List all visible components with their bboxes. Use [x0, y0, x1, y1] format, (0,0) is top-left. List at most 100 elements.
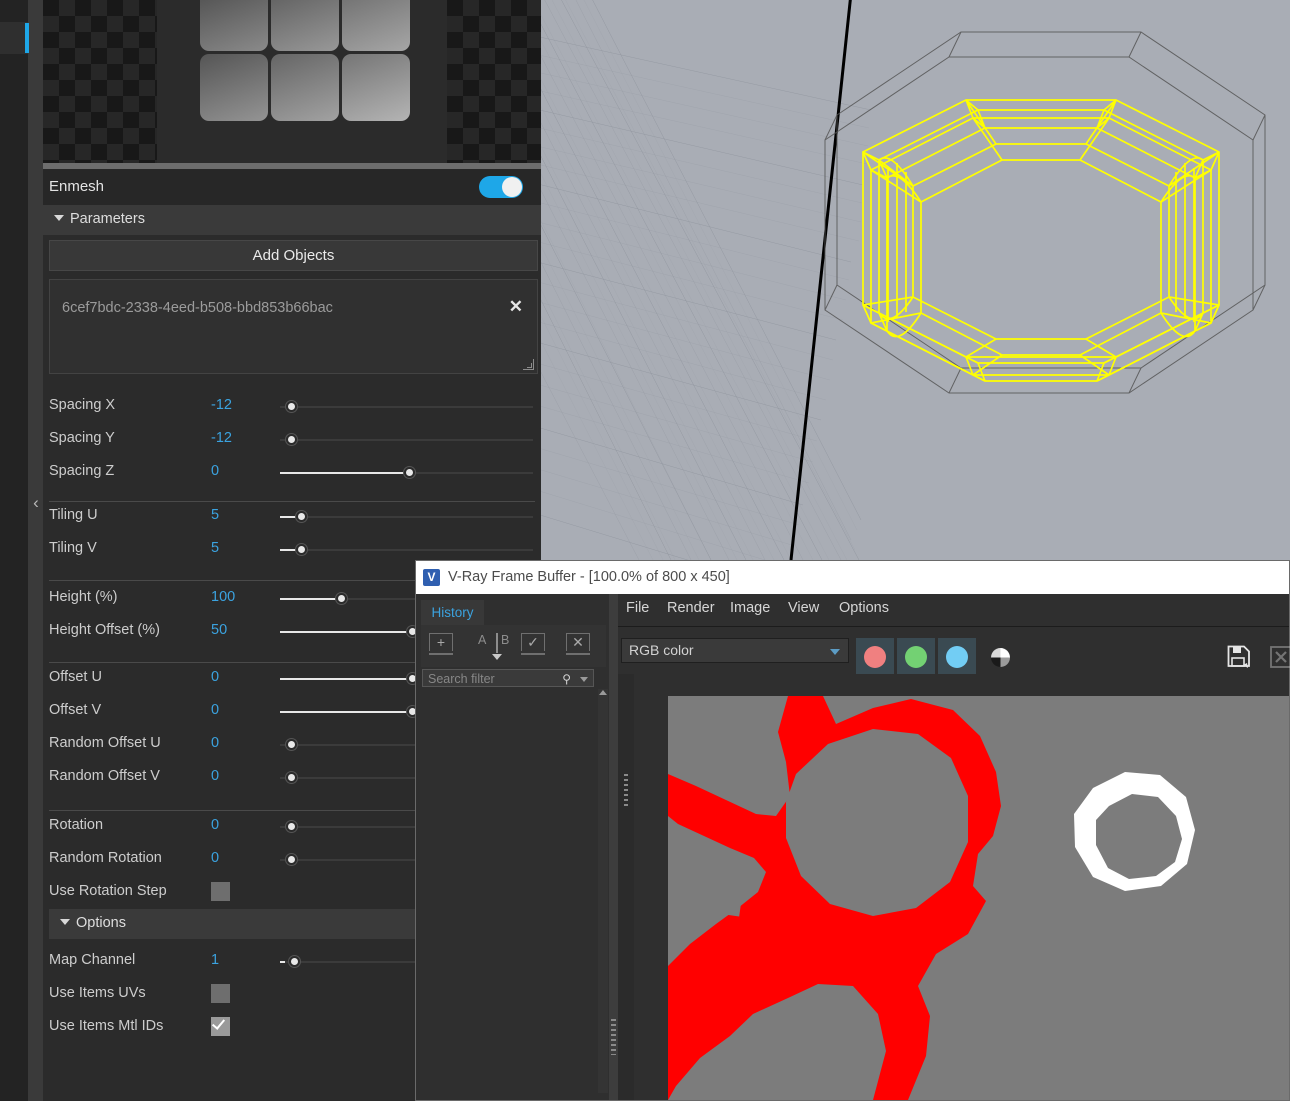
param-slider[interactable]	[280, 467, 533, 478]
param-value[interactable]: 1	[211, 952, 219, 968]
param-value[interactable]: -12	[211, 430, 232, 446]
clear-image-icon[interactable]	[1268, 644, 1290, 670]
slider-knob[interactable]	[296, 544, 307, 555]
splitter-grip[interactable]	[611, 1019, 616, 1055]
enmesh-header: Enmesh	[43, 169, 541, 205]
add-objects-button[interactable]: Add Objects	[49, 240, 538, 271]
render-ruler-grip[interactable]	[624, 774, 628, 808]
scroll-up-arrow-icon[interactable]	[599, 690, 607, 695]
resize-grip-icon[interactable]	[523, 359, 534, 370]
texture-tile	[200, 0, 268, 51]
texture-tile-grid	[200, 0, 410, 121]
param-value[interactable]: 0	[211, 817, 219, 833]
slider-knob[interactable]	[286, 739, 297, 750]
blue-channel-button[interactable]	[938, 638, 976, 676]
param-row-spacing-y[interactable]: Spacing Y -12	[43, 423, 541, 456]
texture-tile	[342, 54, 410, 121]
delete-history-icon[interactable]: ✕	[564, 633, 592, 659]
search-input[interactable]: Search filter	[428, 672, 495, 686]
slider-knob[interactable]	[336, 593, 347, 604]
param-row-spacing-z[interactable]: Spacing Z 0	[43, 456, 541, 489]
slider-knob[interactable]	[286, 821, 297, 832]
vray-frame-buffer-window[interactable]: V V-Ray Frame Buffer - [100.0% of 800 x …	[415, 560, 1290, 1101]
param-label: Spacing Z	[49, 463, 115, 479]
slider-knob[interactable]	[286, 772, 297, 783]
add-history-icon[interactable]: +	[427, 633, 455, 659]
slider-knob[interactable]	[404, 467, 415, 478]
chevron-down-icon[interactable]	[830, 649, 840, 655]
param-row-tiling-u[interactable]: Tiling U 5	[43, 500, 541, 533]
param-slider[interactable]	[280, 401, 533, 412]
caret-down-icon[interactable]	[580, 677, 588, 682]
param-value[interactable]: 0	[211, 463, 219, 479]
param-value[interactable]: 0	[211, 702, 219, 718]
param-row-spacing-x[interactable]: Spacing X -12	[43, 390, 541, 423]
param-label: Tiling V	[49, 540, 97, 556]
param-value[interactable]: 5	[211, 540, 219, 556]
tab-history[interactable]: History	[421, 600, 484, 625]
viewport-3d[interactable]	[541, 0, 1290, 560]
caret-down-icon[interactable]	[492, 654, 502, 660]
menu-render[interactable]: Render	[667, 600, 715, 616]
object-list-item[interactable]: 6cef7bdc-2338-4eed-b508-bbd853b66bac	[62, 300, 333, 316]
param-value[interactable]: 50	[211, 622, 227, 638]
slider-knob[interactable]	[289, 956, 300, 967]
history-pane: History + A B ✓ ✕ Search filter ⚲	[418, 594, 608, 1100]
viewport-wireframe-ring	[789, 0, 1266, 560]
param-label: Use Items Mtl IDs	[49, 1018, 164, 1034]
close-icon[interactable]: ✕	[509, 297, 523, 317]
param-label: Height Offset (%)	[49, 622, 160, 638]
search-icon[interactable]: ⚲	[562, 672, 571, 686]
param-label: Use Rotation Step	[49, 883, 167, 899]
section-parameters[interactable]: Parameters	[43, 205, 541, 235]
dock-selection-indicator	[25, 23, 29, 53]
param-value[interactable]: 0	[211, 735, 219, 751]
pane-splitter[interactable]	[609, 594, 618, 1100]
dock-gutter	[28, 0, 43, 1101]
history-scrollbar[interactable]	[598, 689, 608, 1093]
check-history-icon[interactable]: ✓	[519, 633, 547, 659]
search-filter-field[interactable]: Search filter ⚲	[422, 669, 594, 687]
param-slider[interactable]	[280, 434, 533, 445]
texture-preview[interactable]	[43, 0, 541, 163]
menu-options[interactable]: Options	[839, 600, 889, 616]
use-rotation-step-checkbox[interactable]	[211, 882, 230, 901]
objects-list[interactable]: 6cef7bdc-2338-4eed-b508-bbd853b66bac ✕	[49, 279, 538, 374]
slider-fill	[280, 472, 409, 474]
slider-knob[interactable]	[286, 401, 297, 412]
param-slider[interactable]	[280, 544, 533, 555]
monochrome-icon[interactable]	[991, 648, 1010, 667]
param-value[interactable]: 0	[211, 669, 219, 685]
enmesh-enable-toggle[interactable]	[479, 176, 523, 198]
slider-knob[interactable]	[286, 854, 297, 865]
dock-strip[interactable]	[0, 0, 28, 1101]
history-list[interactable]	[422, 689, 608, 1093]
rendered-image[interactable]	[668, 696, 1289, 1100]
red-channel-button[interactable]	[856, 638, 894, 676]
param-value[interactable]: -12	[211, 397, 232, 413]
save-image-icon[interactable]	[1226, 644, 1252, 670]
menu-file[interactable]: File	[626, 600, 649, 616]
param-value[interactable]: 100	[211, 589, 235, 605]
param-value[interactable]: 0	[211, 850, 219, 866]
ab-compare-icon[interactable]: A B	[478, 633, 512, 663]
render-image-area[interactable]	[618, 674, 1289, 1100]
param-slider[interactable]	[280, 511, 533, 522]
slider-knob[interactable]	[296, 511, 307, 522]
plus-glyph: +	[436, 634, 446, 650]
vfb-titlebar[interactable]: V V-Ray Frame Buffer - [100.0% of 800 x …	[416, 561, 1289, 594]
param-label: Map Channel	[49, 952, 136, 968]
menu-image[interactable]: Image	[730, 600, 770, 616]
param-value[interactable]: 0	[211, 768, 219, 784]
channel-select[interactable]: RGB color	[621, 638, 849, 663]
texture-tile	[200, 54, 268, 121]
param-label: Rotation	[49, 817, 104, 833]
menu-view[interactable]: View	[788, 600, 819, 616]
use-items-mtl-ids-checkbox[interactable]	[211, 1016, 230, 1036]
green-channel-button[interactable]	[897, 638, 935, 676]
param-value[interactable]: 5	[211, 507, 219, 523]
chevron-left-icon[interactable]: ‹	[29, 486, 43, 520]
slider-knob[interactable]	[286, 434, 297, 445]
dock-selected-item[interactable]	[0, 22, 28, 54]
use-items-uvs-checkbox[interactable]	[211, 984, 230, 1003]
